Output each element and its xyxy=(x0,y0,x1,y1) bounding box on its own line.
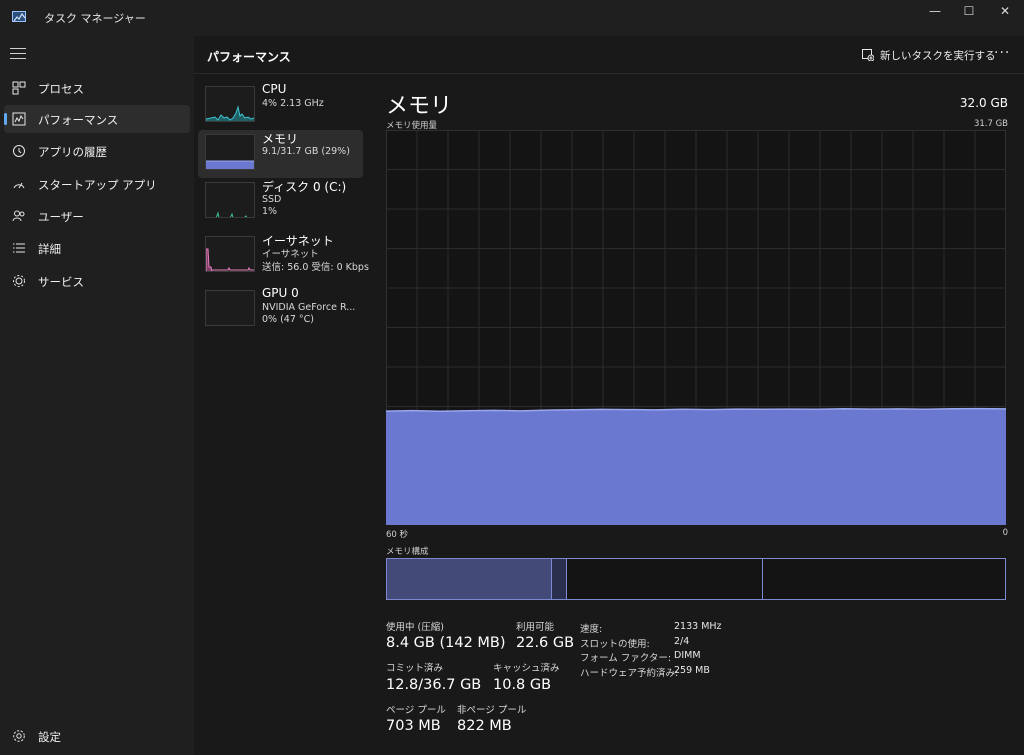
form-factor-value: DIMM xyxy=(674,650,701,661)
sidebar-item-label: プロセス xyxy=(38,82,84,96)
sidebar-item-startup-apps[interactable]: スタートアップ アプリ xyxy=(4,170,190,198)
composition-standby xyxy=(567,559,763,599)
maximize-button[interactable]: ☐ xyxy=(952,0,986,22)
graph-time-end-label: 0 xyxy=(1002,528,1008,538)
sidebar-item-label: パフォーマンス xyxy=(38,113,119,127)
ethernet-thumbnail-graph xyxy=(205,236,255,272)
composition-modified xyxy=(552,559,567,599)
resource-detail: 9.1/31.7 GB (29%) xyxy=(262,146,350,157)
resource-detail: イーサネット xyxy=(262,249,319,260)
history-icon xyxy=(13,145,25,157)
cpu-thumbnail-graph xyxy=(205,86,255,122)
detail-title: メモリ xyxy=(386,94,453,119)
paged-pool-value: 703 MB xyxy=(386,718,441,734)
services-icon xyxy=(13,275,25,287)
resource-item-memory[interactable]: メモリ 9.1/31.7 GB (29%) xyxy=(198,130,363,178)
processes-icon xyxy=(12,81,26,95)
sidebar-item-label: スタートアップ アプリ xyxy=(38,178,157,192)
in-use-value: 8.4 GB (142 MB) xyxy=(386,635,506,651)
nonpaged-pool-label: 非ページ プール xyxy=(457,705,527,716)
slots-used-label: スロットの使用: xyxy=(580,639,650,650)
resource-name: ディスク 0 (C:) xyxy=(262,180,347,194)
composition-free xyxy=(763,559,1005,599)
hamburger-icon[interactable] xyxy=(10,48,26,60)
startup-icon xyxy=(13,182,25,189)
memory-total: 32.0 GB xyxy=(959,96,1008,110)
resource-item-ethernet[interactable]: イーサネット イーサネット 送信: 56.0 受信: 0 Kbps xyxy=(198,232,369,280)
resource-item-cpu[interactable]: CPU 4% 2.13 GHz xyxy=(198,82,363,130)
performance-icon xyxy=(12,112,26,126)
form-factor-label: フォーム ファクター: xyxy=(580,653,672,664)
sidebar-item-label: サービス xyxy=(38,275,84,289)
paged-pool-label: ページ プール xyxy=(386,705,446,716)
run-new-task-label: 新しいタスクを実行する xyxy=(880,49,996,62)
sidebar-item-users[interactable]: ユーザー xyxy=(4,202,190,230)
memory-usage-graph xyxy=(386,130,1006,525)
resource-detail-2: 送信: 56.0 受信: 0 Kbps xyxy=(262,262,369,273)
active-indicator xyxy=(4,113,7,125)
sidebar-item-label: アプリの履歴 xyxy=(38,145,107,159)
memory-composition-label: メモリ構成 xyxy=(386,547,429,557)
more-options-button[interactable]: ··· xyxy=(994,45,1010,61)
memory-usage-area xyxy=(386,408,1006,525)
sidebar-item-services[interactable]: サービス xyxy=(4,267,190,295)
speed-label: 速度: xyxy=(580,624,603,635)
details-icon xyxy=(13,243,25,253)
page-header: パフォーマンス 新しいタスクを実行する ··· xyxy=(194,36,1024,74)
hardware-reserved-label: ハードウェア予約済み: xyxy=(580,668,679,679)
resource-item-gpu[interactable]: GPU 0 NVIDIA GeForce R... 0% (47 °C) xyxy=(198,286,363,334)
task-manager-app-icon xyxy=(12,11,26,22)
sidebar-item-app-history[interactable]: アプリの履歴 xyxy=(4,137,190,165)
available-value: 22.6 GB xyxy=(516,635,575,651)
sidebar-item-details[interactable]: 詳細 xyxy=(4,234,190,262)
window-title: タスク マネージャー xyxy=(44,12,146,25)
minimize-button[interactable]: — xyxy=(918,0,952,22)
resource-name: メモリ xyxy=(262,132,299,146)
page-title: パフォーマンス xyxy=(207,50,291,64)
resource-detail: 4% 2.13 GHz xyxy=(262,98,324,109)
committed-label: コミット済み xyxy=(386,663,444,674)
sidebar-item-label: 設定 xyxy=(38,730,61,744)
run-new-task-button[interactable]: 新しいタスクを実行する xyxy=(862,44,996,66)
sidebar: プロセス パフォーマンス アプリの履歴 スタートアップ アプリ ユーザー 詳細 … xyxy=(0,36,194,755)
close-button[interactable]: ✕ xyxy=(988,0,1022,22)
memory-composition-bar xyxy=(386,558,1006,600)
composition-in-use xyxy=(387,559,552,599)
resource-list: CPU 4% 2.13 GHz メモリ 9.1/31.7 GB (29%) ディ… xyxy=(194,80,369,340)
in-use-label: 使用中 (圧縮) xyxy=(386,622,444,633)
title-bar: タスク マネージャー — ☐ ✕ xyxy=(0,0,1024,36)
graph-time-start-label: 60 秒 xyxy=(386,530,409,540)
new-task-icon xyxy=(862,49,874,61)
hardware-reserved-value: 259 MB xyxy=(674,665,710,676)
resource-item-disk[interactable]: ディスク 0 (C:) SSD 1% xyxy=(198,178,363,226)
resource-detail-2: 0% (47 °C) xyxy=(262,314,314,325)
sidebar-item-processes[interactable]: プロセス xyxy=(4,74,190,102)
sidebar-item-label: ユーザー xyxy=(38,210,84,224)
resource-detail-2: 1% xyxy=(262,206,278,217)
sidebar-item-label: 詳細 xyxy=(38,242,61,256)
users-icon xyxy=(12,210,25,222)
resource-name: GPU 0 xyxy=(262,286,299,300)
sidebar-item-settings[interactable]: 設定 xyxy=(4,722,190,750)
committed-value: 12.8/36.7 GB xyxy=(386,677,482,693)
sidebar-item-performance[interactable]: パフォーマンス xyxy=(4,105,190,133)
resource-name: CPU xyxy=(262,82,287,96)
main-panel: パフォーマンス 新しいタスクを実行する ··· CPU 4% 2.13 GHz … xyxy=(194,36,1024,755)
gear-icon xyxy=(13,730,25,742)
nonpaged-pool-value: 822 MB xyxy=(457,718,512,734)
speed-value: 2133 MHz xyxy=(674,621,722,632)
resource-detail: NVIDIA GeForce R... xyxy=(262,302,356,313)
gpu-thumbnail-graph xyxy=(205,290,255,326)
available-label: 利用可能 xyxy=(516,622,555,633)
resource-detail: SSD xyxy=(262,194,282,205)
cached-value: 10.8 GB xyxy=(493,677,552,693)
cached-label: キャッシュ済み xyxy=(493,663,560,674)
disk-thumbnail-graph xyxy=(205,182,255,218)
memory-thumbnail-graph xyxy=(205,134,255,170)
memory-usage-max: 31.7 GB xyxy=(973,119,1008,129)
slots-used-value: 2/4 xyxy=(674,636,690,647)
